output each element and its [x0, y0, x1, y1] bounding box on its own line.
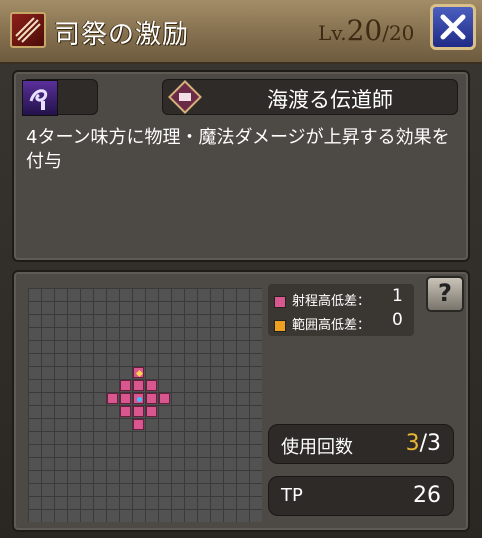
level-prefix: Lv. — [318, 21, 347, 45]
uses-label: 使用回数 — [281, 437, 353, 458]
skill-title: 司祭の激励 — [54, 20, 190, 50]
range-cell — [133, 367, 144, 378]
range-grid — [28, 288, 262, 522]
close-button[interactable] — [430, 4, 476, 50]
wind-swirl-icon — [22, 80, 58, 116]
range-cell — [133, 380, 144, 391]
skill-description: 4ターン味方に物理・魔法ダメージが上昇する効果を付与 — [26, 127, 450, 172]
close-x-icon — [440, 14, 466, 40]
range-cell — [159, 393, 170, 404]
caster-marker-icon — [135, 369, 144, 378]
help-question-icon: ? — [438, 279, 452, 307]
range-cell — [120, 380, 131, 391]
range-cell — [133, 419, 144, 430]
range-cell-center — [133, 393, 144, 404]
scroll-badge-icon — [168, 80, 202, 114]
level-current: 20 — [346, 14, 383, 47]
tp-stat: TP 26 — [268, 476, 454, 516]
uses-stat: 使用回数 3/3 — [268, 424, 454, 464]
range-cell — [146, 380, 157, 391]
range-cell — [133, 406, 144, 417]
range-cell — [107, 393, 118, 404]
range-cell — [146, 393, 157, 404]
range-cell — [120, 406, 131, 417]
level-max: /20 — [382, 21, 415, 45]
pink-square-icon — [274, 295, 286, 308]
area-value: 0 — [392, 310, 403, 330]
skill-detail-window: 司祭の激励 Lv.20/20 海渡る伝道師 4ターン味方に物理・魔法ダメージが上… — [0, 0, 482, 538]
tp-value: 26 — [413, 483, 441, 508]
uses-current: 3 — [405, 431, 420, 456]
area-label: 範囲高低差： — [292, 318, 371, 333]
category-name: 海渡る伝道師 — [267, 88, 393, 112]
range-cell — [146, 406, 157, 417]
legend-row-range: 射程高低差： — [274, 290, 370, 309]
range-cell — [120, 393, 131, 404]
height-legend: 射程高低差： 1 範囲高低差： 0 — [268, 284, 414, 336]
uses-max: /3 — [419, 431, 441, 456]
target-center-icon — [137, 397, 142, 402]
tp-label: TP — [281, 485, 303, 506]
uses-value: 3/3 — [406, 431, 441, 456]
range-label: 射程高低差： — [292, 294, 371, 309]
claw-slash-icon — [10, 12, 46, 48]
orange-square-icon — [274, 319, 286, 332]
skill-header: 司祭の激励 Lv.20/20 — [0, 0, 482, 64]
help-button[interactable]: ? — [426, 276, 464, 312]
range-value: 1 — [392, 286, 403, 306]
legend-row-area: 範囲高低差： — [274, 314, 370, 333]
skill-level: Lv.20/20 — [318, 14, 414, 47]
